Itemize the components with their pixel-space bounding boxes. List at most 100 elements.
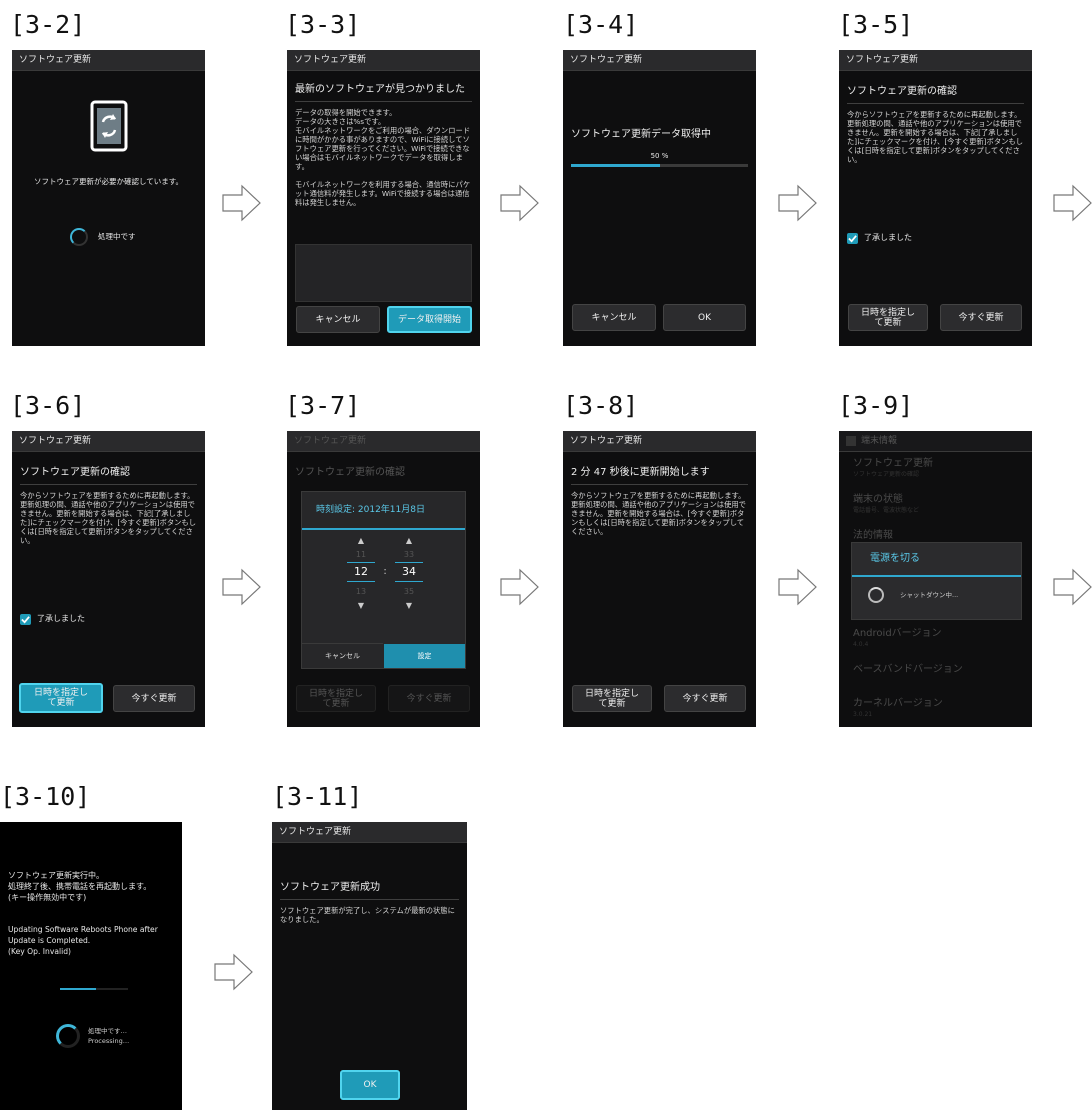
update-now-button[interactable]: 今すぐ更新 <box>940 304 1022 331</box>
confirm-heading: ソフトウェア更新の確認 <box>295 467 405 478</box>
minute-up-icon[interactable]: ▲ <box>395 536 423 547</box>
screen-3-11: ソフトウェア更新 ソフトウェア更新成功 ソフトウェア更新が完了し、システムが最新… <box>272 822 467 1110</box>
divider <box>20 484 197 485</box>
app-title: ソフトウェア更新 <box>563 50 756 71</box>
confirm-body: 今からソフトウェアを更新するために再起動します。更新処理の間、通話や他のアプリケ… <box>20 491 197 545</box>
spinner-icon <box>56 1024 80 1048</box>
agree-checkbox[interactable]: 了承しました <box>20 614 85 625</box>
updating-en-line-1: Updating Software Reboots Phone after <box>8 925 158 934</box>
app-title: ソフトウェア更新 <box>12 50 205 71</box>
app-title: ソフトウェア更新 <box>287 431 480 452</box>
progress-bar <box>571 164 748 167</box>
step-label-3-7: [3-7] <box>285 391 361 420</box>
right-arrow-icon <box>1053 184 1092 222</box>
processing-text: 処理中です <box>98 232 136 241</box>
screen-3-4: ソフトウェア更新 ソフトウェア更新データ取得中 50 % キャンセル OK <box>563 50 756 346</box>
success-heading: ソフトウェア更新成功 <box>280 882 380 893</box>
time-colon: : <box>383 566 387 577</box>
right-arrow-icon <box>222 568 261 606</box>
screen-3-2: ソフトウェア更新 ソフトウェア更新が必要か確認しています。 処理中です <box>12 50 205 346</box>
app-title: ソフトウェア更新 <box>287 50 480 71</box>
settings-item-baseband: ベースバンドバージョン <box>853 664 963 675</box>
updating-text-en: Updating Software Reboots Phone after Up… <box>8 924 158 957</box>
step-label-3-10: [3-10] <box>0 782 91 811</box>
power-off-dialog: 電源を切る シャットダウン中... <box>851 542 1022 620</box>
confirm-heading: ソフトウェア更新の確認 <box>20 467 130 478</box>
progress-track <box>60 988 128 990</box>
settings-item-status: 端末の状態 <box>853 494 903 505</box>
download-heading: ソフトウェア更新データ取得中 <box>571 129 711 140</box>
schedule-update-button[interactable]: 日時を指定し て更新 <box>572 685 652 712</box>
updating-line-1: ソフトウェア更新実行中。 <box>8 871 104 880</box>
success-body: ソフトウェア更新が完了し、システムが最新の状態になりました。 <box>280 906 455 924</box>
step-label-3-3: [3-3] <box>285 10 361 39</box>
countdown-body: 今からソフトウェアを更新するために再起動します。更新処理の間、通話や他のアプリケ… <box>571 491 746 536</box>
time-picker-title: 時刻設定: 2012年11月8日 <box>302 492 465 530</box>
screen-3-9: 端末情報 ソフトウェア更新 ソフトウェア更新の確認 端末の状態 電話番号、電波状… <box>839 431 1032 727</box>
schedule-update-button[interactable]: 日時を指定し て更新 <box>19 683 103 713</box>
set-button[interactable]: 設定 <box>384 644 465 668</box>
minute-down-icon[interactable]: ▼ <box>395 601 423 612</box>
settings-item-update: ソフトウェア更新 <box>853 458 933 469</box>
step-label-3-5: [3-5] <box>838 10 914 39</box>
settings-icon <box>846 435 856 446</box>
spinner-icon <box>868 587 884 603</box>
right-arrow-icon <box>222 184 261 222</box>
progress-fill <box>571 164 660 167</box>
status-message: ソフトウェア更新が必要か確認しています。 <box>33 177 184 186</box>
update-now-button[interactable]: 今すぐ更新 <box>664 685 746 712</box>
settings-title: 端末情報 <box>861 436 898 446</box>
right-arrow-icon <box>778 184 817 222</box>
cancel-button[interactable]: キャンセル <box>302 643 383 668</box>
cancel-button[interactable]: キャンセル <box>296 306 380 333</box>
minute-prev: 33 <box>403 550 415 559</box>
screen-3-10: ソフトウェア更新実行中。 処理終了後、携帯電話を再起動します。 (キー操作無効中… <box>0 822 182 1110</box>
updating-en-line-3: (Key Op. Invalid) <box>8 947 71 956</box>
schedule-update-button[interactable]: 日時を指定し て更新 <box>848 304 928 331</box>
step-label-3-9: [3-9] <box>838 391 914 420</box>
screen-3-6: ソフトウェア更新 ソフトウェア更新の確認 今からソフトウェアを更新するために再起… <box>12 431 205 727</box>
start-download-button[interactable]: データ取得開始 <box>387 306 472 333</box>
hour-prev: 11 <box>355 550 367 559</box>
settings-item-legal: 法的情報 <box>853 530 893 541</box>
screen-3-5: ソフトウェア更新 ソフトウェア更新の確認 今からソフトウェアを更新するために再起… <box>839 50 1032 346</box>
agree-label: 了承しました <box>864 233 912 243</box>
processing-en: Processing… <box>88 1037 130 1045</box>
divider <box>280 899 459 900</box>
updating-text-jp: ソフトウェア更新実行中。 処理終了後、携帯電話を再起動します。 (キー操作無効中… <box>8 870 151 903</box>
updating-line-3: (キー操作無効中です) <box>8 893 87 902</box>
cancel-button[interactable]: キャンセル <box>572 304 656 331</box>
hour-up-icon[interactable]: ▲ <box>347 536 375 547</box>
settings-item-kernel: カーネルバージョン <box>853 698 943 709</box>
divider <box>295 101 472 102</box>
update-now-button[interactable]: 今すぐ更新 <box>113 685 195 712</box>
spinner-icon <box>70 228 88 246</box>
info-panel <box>295 244 472 302</box>
agree-checkbox[interactable]: 了承しました <box>847 233 912 244</box>
check-icon <box>847 233 858 244</box>
right-arrow-icon <box>500 184 539 222</box>
right-arrow-icon <box>500 568 539 606</box>
dialog-heading: 最新のソフトウェアが見つかりました <box>295 84 465 95</box>
ok-button[interactable]: OK <box>663 304 746 331</box>
minute-field[interactable]: 34 <box>395 562 423 582</box>
screen-3-7: ソフトウェア更新 ソフトウェア更新の確認 日時を指定し て更新 今すぐ更新 時刻… <box>287 431 480 727</box>
settings-titlebar: 端末情報 <box>839 431 1032 452</box>
hour-field[interactable]: 12 <box>347 562 375 582</box>
ok-button[interactable]: OK <box>340 1070 400 1100</box>
settings-item-status-sub: 電話番号、電波状態など <box>853 507 920 514</box>
divider <box>571 484 748 485</box>
app-title: ソフトウェア更新 <box>839 50 1032 71</box>
update-now-button: 今すぐ更新 <box>388 685 470 712</box>
divider <box>847 103 1024 104</box>
processing-text: 処理中です… Processing… <box>88 1026 129 1046</box>
power-off-title: 電源を切る <box>852 543 1021 577</box>
hour-down-icon[interactable]: ▼ <box>347 601 375 612</box>
processing-jp: 処理中です… <box>88 1027 127 1035</box>
step-label-3-4: [3-4] <box>563 10 639 39</box>
settings-item-update-sub: ソフトウェア更新の確認 <box>853 471 920 478</box>
right-arrow-icon <box>214 953 253 991</box>
phone-update-icon <box>90 100 128 152</box>
confirm-heading: ソフトウェア更新の確認 <box>847 86 957 97</box>
step-label-3-11: [3-11] <box>272 782 363 811</box>
